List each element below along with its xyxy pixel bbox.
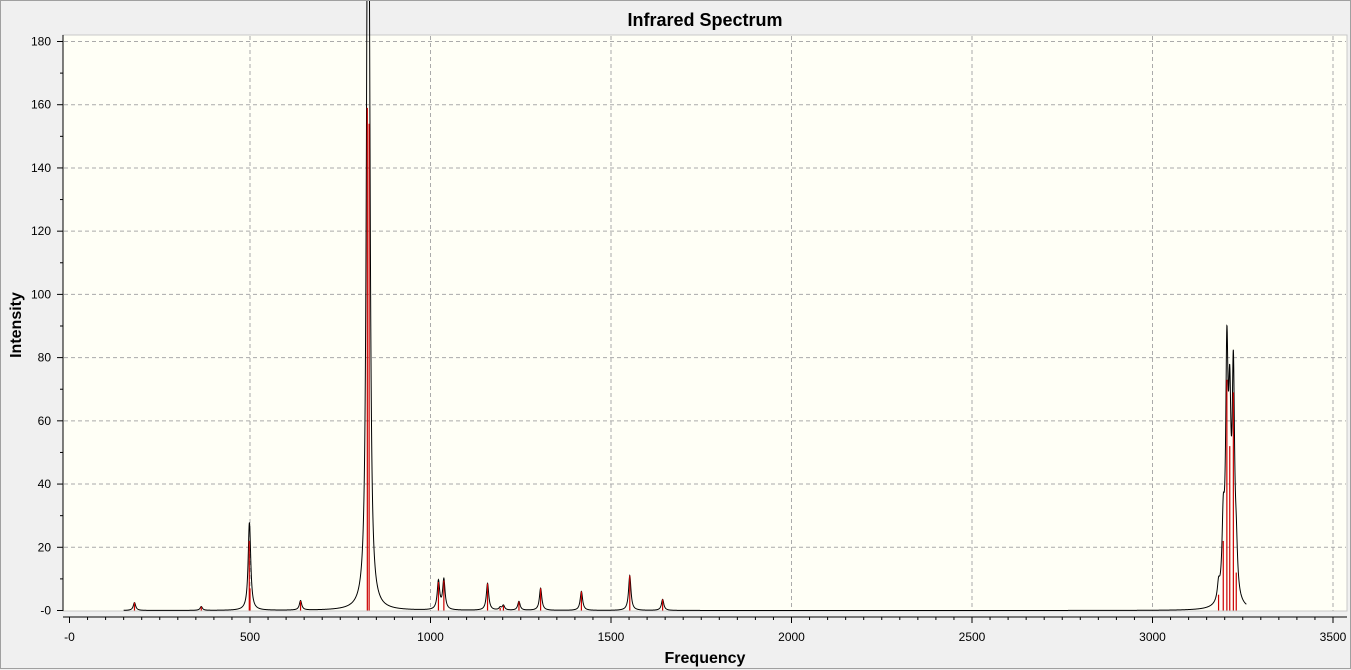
y-tick-label: -0: [40, 604, 51, 618]
x-axis-label: Frequency: [665, 650, 746, 667]
y-tick-label: 120: [31, 224, 51, 238]
y-tick-label: 140: [31, 161, 51, 175]
y-tick-label: 60: [38, 414, 52, 428]
y-tick-label: 40: [38, 477, 52, 491]
y-tick-label: 80: [38, 351, 52, 365]
y-tick-label: 160: [31, 98, 51, 112]
plot-layer: -0 20 40 60 80 100 120 140 160 180 -0 500 1000 1500 20…: [31, 1, 1348, 644]
x-tick-label: 1500: [598, 630, 625, 644]
x-tick-label: 3000: [1139, 630, 1166, 644]
x-tick-label: 500: [240, 630, 260, 644]
x-tick-label: 2500: [959, 630, 986, 644]
chart-title: Infrared Spectrum: [627, 10, 782, 30]
x-tick-label: 2000: [778, 630, 805, 644]
y-tick-label: 100: [31, 287, 51, 301]
x-tick-label: 3500: [1320, 630, 1347, 644]
chart-frame: -0 20 40 60 80 100 120 140 160 180 -0 500 1000 1500 20…: [0, 0, 1351, 669]
x-tick-label: -0: [64, 630, 75, 644]
plot-background: [62, 34, 1348, 612]
y-axis-label: Intensity: [8, 292, 25, 358]
x-tick-label: 1000: [417, 630, 444, 644]
ir-spectrum-chart: -0 20 40 60 80 100 120 140 160 180 -0 500 1000 1500 20…: [8, 1, 1348, 667]
y-tick-label: 180: [31, 35, 51, 49]
y-tick-label: 20: [38, 540, 52, 554]
